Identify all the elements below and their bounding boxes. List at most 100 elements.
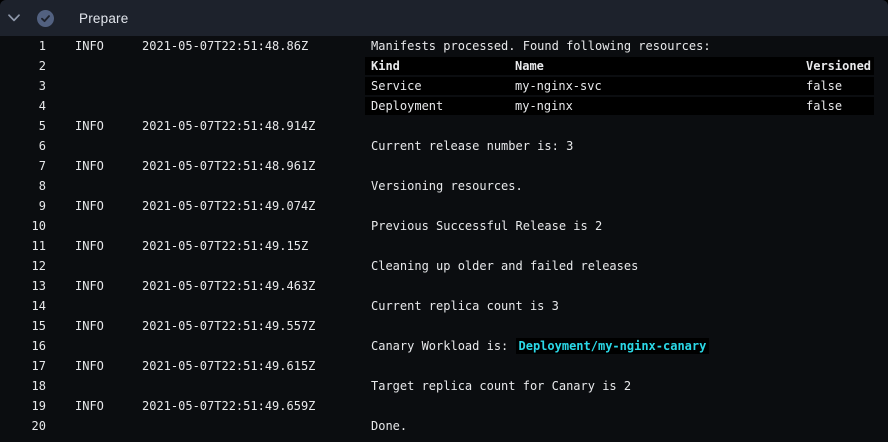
line-number[interactable]: 16 xyxy=(0,336,46,356)
log-row[interactable]: 1INFO2021-05-07T22:51:48.86ZManifests pr… xyxy=(0,36,888,56)
log-row[interactable]: 20 Done. xyxy=(0,416,888,436)
log-row[interactable]: 10 Previous Successful Release is 2 xyxy=(0,216,888,236)
step-title: Prepare xyxy=(79,11,128,26)
log-message: Previous Successful Release is 2 xyxy=(371,216,874,236)
line-number[interactable]: 12 xyxy=(0,256,46,276)
log-timestamp: 2021-05-07T22:51:49.557Z xyxy=(142,316,371,336)
log-level: INFO xyxy=(75,156,142,176)
log-timestamp xyxy=(142,296,371,316)
chevron-down-icon[interactable] xyxy=(8,14,20,22)
step-header[interactable]: Prepare xyxy=(0,0,888,36)
log-timestamp xyxy=(142,376,371,396)
log-timestamp: 2021-05-07T22:51:49.615Z xyxy=(142,356,371,376)
message-text: Canary Workload is: xyxy=(371,339,516,353)
line-number[interactable]: 15 xyxy=(0,316,46,336)
table-cell-versioned: Versioned xyxy=(806,57,874,75)
log-timestamp: 2021-05-07T22:51:49.659Z xyxy=(142,396,371,416)
log-message: Current release number is: 3 xyxy=(371,136,874,156)
log-level: INFO xyxy=(75,236,142,256)
pipeline-step-log-panel: Prepare 1 INFO 2021-05-07T22:51:48.86ZMani… xyxy=(0,0,888,442)
log-timestamp xyxy=(142,56,371,76)
log-level xyxy=(75,416,142,436)
log-message: Versioning resources. xyxy=(371,176,874,196)
log-output: 1 INFO 2021-05-07T22:51:48.86ZManifests pr… xyxy=(0,36,888,436)
line-number[interactable]: 4 xyxy=(0,96,46,116)
log-message xyxy=(371,356,874,376)
log-timestamp: 2021-05-07T22:51:48.914Z xyxy=(142,116,371,136)
log-row[interactable]: 3Servicemy-nginx-svcfalse xyxy=(0,76,888,96)
log-row[interactable]: 8 Versioning resources. xyxy=(0,176,888,196)
status-success-icon xyxy=(37,10,54,27)
line-number[interactable]: 10 xyxy=(0,216,46,236)
log-row[interactable]: 14 Current replica count is 3 xyxy=(0,296,888,316)
table-cell-kind: Kind xyxy=(371,57,515,75)
log-message: Current replica count is 3 xyxy=(371,296,874,316)
log-message xyxy=(371,156,874,176)
log-timestamp xyxy=(142,416,371,436)
log-row[interactable]: 19 INFO2021-05-07T22:51:49.659Z xyxy=(0,396,888,416)
line-number[interactable]: 14 xyxy=(0,296,46,316)
log-timestamp: 2021-05-07T22:51:48.961Z xyxy=(142,156,371,176)
log-level: INFO xyxy=(75,316,142,336)
line-number[interactable]: 19 xyxy=(0,396,46,416)
log-row[interactable]: 12Cleaning up older and failed releases xyxy=(0,256,888,276)
line-number[interactable]: 6 xyxy=(0,136,46,156)
log-timestamp: 2021-05-07T22:51:49.074Z xyxy=(142,196,371,216)
log-message xyxy=(371,396,874,416)
log-timestamp xyxy=(142,256,371,276)
log-row[interactable]: 5 INFO2021-05-07T22:51:48.914Z xyxy=(0,116,888,136)
log-message: Deploymentmy-nginxfalse xyxy=(365,97,874,115)
line-number[interactable]: 3 xyxy=(0,76,46,96)
table-cell-name: Name xyxy=(515,57,806,75)
log-row[interactable]: 15 INFO2021-05-07T22:51:49.557Z xyxy=(0,316,888,336)
table-cell-versioned: false xyxy=(806,77,874,95)
log-level: INFO xyxy=(75,396,142,416)
line-number[interactable]: 9 xyxy=(0,196,46,216)
canary-workload-link[interactable]: Deployment/my-nginx-canary xyxy=(516,338,710,354)
log-level xyxy=(75,336,142,356)
table-cell-name: my-nginx xyxy=(515,97,806,115)
log-level: INFO xyxy=(75,276,142,296)
log-row[interactable]: 13INFO2021-05-07T22:51:49.463Z xyxy=(0,276,888,296)
log-row[interactable]: 6 Current release number is: 3 xyxy=(0,136,888,156)
line-number[interactable]: 7 xyxy=(0,156,46,176)
log-message: Canary Workload is: Deployment/my-nginx-… xyxy=(371,336,874,356)
log-level xyxy=(75,176,142,196)
log-row[interactable]: 17 INFO2021-05-07T22:51:49.615Z xyxy=(0,356,888,376)
log-message: Target replica count for Canary is 2 xyxy=(371,376,874,396)
log-message: Done. xyxy=(371,416,874,436)
log-message xyxy=(371,316,874,336)
table-cell-kind: Deployment xyxy=(371,97,515,115)
log-row[interactable]: 16 Canary Workload is: Deployment/my-ngin… xyxy=(0,336,888,356)
line-number[interactable]: 8 xyxy=(0,176,46,196)
log-level: INFO xyxy=(75,356,142,376)
log-row[interactable]: 7 INFO2021-05-07T22:51:48.961Z xyxy=(0,156,888,176)
log-row[interactable]: 2 KindNameVersioned xyxy=(0,56,888,76)
log-level: INFO xyxy=(75,116,142,136)
log-row[interactable]: 9INFO2021-05-07T22:51:49.074Z xyxy=(0,196,888,216)
log-row[interactable]: 18 Target replica count for Canary is 2 xyxy=(0,376,888,396)
log-message: Manifests processed. Found following res… xyxy=(371,36,874,56)
log-timestamp xyxy=(142,176,371,196)
log-row[interactable]: 4 Deploymentmy-nginxfalse xyxy=(0,96,888,116)
log-level xyxy=(75,216,142,236)
log-timestamp xyxy=(142,76,371,96)
log-timestamp xyxy=(142,96,371,116)
line-number[interactable]: 5 xyxy=(0,116,46,136)
line-number[interactable]: 13 xyxy=(0,276,46,296)
log-level xyxy=(75,136,142,156)
log-level xyxy=(75,376,142,396)
line-number[interactable]: 20 xyxy=(0,416,46,436)
log-level xyxy=(75,256,142,276)
log-timestamp xyxy=(142,136,371,156)
log-level xyxy=(75,56,142,76)
log-timestamp xyxy=(142,336,371,356)
line-number[interactable]: 17 xyxy=(0,356,46,376)
line-number[interactable]: 1 xyxy=(0,36,46,56)
log-level xyxy=(75,96,142,116)
line-number[interactable]: 2 xyxy=(0,56,46,76)
line-number[interactable]: 18 xyxy=(0,376,46,396)
log-row[interactable]: 11INFO2021-05-07T22:51:49.15Z xyxy=(0,236,888,256)
line-number[interactable]: 11 xyxy=(0,236,46,256)
log-timestamp: 2021-05-07T22:51:48.86Z xyxy=(142,36,371,56)
